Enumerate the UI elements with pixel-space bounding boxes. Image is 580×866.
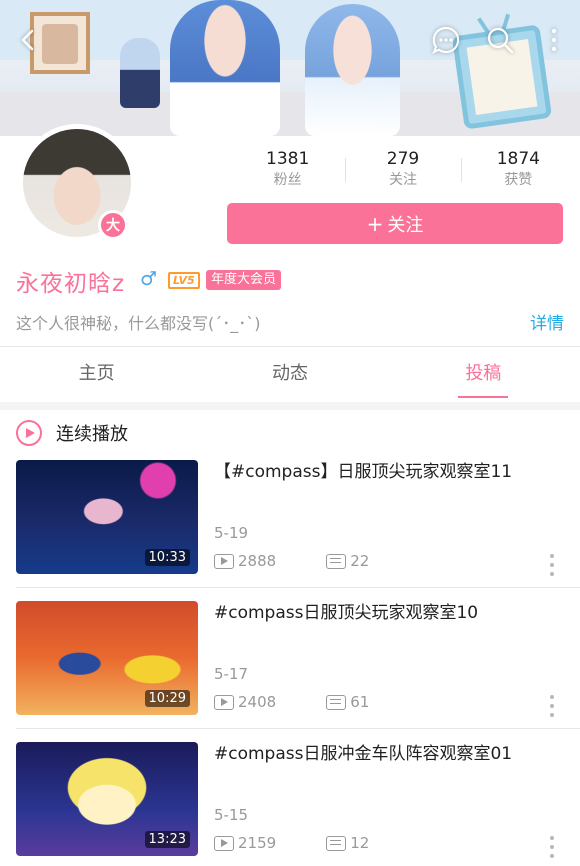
follow-button[interactable]: + 关注 bbox=[227, 203, 563, 244]
banner-character-right bbox=[305, 4, 400, 136]
tab-dynamic[interactable]: 动态 bbox=[193, 347, 386, 402]
video-danmaku: 12 bbox=[350, 834, 370, 852]
back-icon[interactable] bbox=[12, 24, 44, 56]
video-date: 5-19 bbox=[214, 524, 249, 542]
level-badge: LV5 bbox=[168, 272, 200, 289]
video-date: 5-15 bbox=[214, 806, 249, 824]
details-link[interactable]: 详情 bbox=[530, 309, 564, 334]
play-all-label: 连续播放 bbox=[56, 424, 128, 445]
video-views: 2888 bbox=[238, 552, 277, 570]
section-separator bbox=[0, 402, 580, 410]
video-meta: 2159 12 bbox=[214, 834, 369, 852]
video-title[interactable]: #compass日服顶尖玩家观察室10 bbox=[214, 601, 564, 625]
video-meta: 2408 61 bbox=[214, 693, 369, 711]
stat-fans[interactable]: 1381 粉丝 bbox=[230, 148, 345, 192]
video-duration: 10:33 bbox=[144, 549, 190, 566]
video-title[interactable]: #compass日服冲金车队阵容观察室01 bbox=[214, 742, 564, 766]
banner-character-left bbox=[170, 0, 280, 136]
stat-likes-value: 1874 bbox=[496, 149, 540, 169]
video-more-icon[interactable] bbox=[544, 695, 560, 717]
message-icon[interactable] bbox=[430, 24, 462, 56]
danmaku-icon bbox=[326, 553, 347, 569]
stat-likes-label: 获赞 bbox=[504, 172, 533, 188]
profile-stats: 1381 粉丝 279 关注 1874 获赞 bbox=[230, 148, 576, 192]
divider bbox=[16, 728, 580, 729]
video-item[interactable]: 10:29 #compass日服顶尖玩家观察室10 5-17 2408 61 bbox=[0, 601, 580, 742]
plus-icon: + bbox=[366, 211, 384, 236]
stat-following-label: 关注 bbox=[388, 172, 417, 188]
play-circle-icon bbox=[16, 420, 42, 446]
play-all-button[interactable]: 连续播放 bbox=[16, 418, 128, 448]
video-more-icon[interactable] bbox=[544, 836, 560, 858]
play-count-icon bbox=[214, 553, 234, 569]
video-title[interactable]: 【#compass】日服顶尖玩家观察室11 bbox=[214, 460, 564, 484]
vip-badge: 年度大会员 bbox=[206, 270, 282, 290]
stat-following[interactable]: 279 关注 bbox=[345, 148, 460, 192]
danmaku-icon bbox=[326, 835, 347, 851]
tab-uploads[interactable]: 投稿 bbox=[387, 347, 580, 402]
video-views: 2159 bbox=[238, 834, 277, 852]
divider bbox=[16, 587, 580, 588]
video-item[interactable]: 10:33 【#compass】日服顶尖玩家观察室11 5-19 2888 22 bbox=[0, 460, 580, 601]
video-thumbnail[interactable]: 10:33 bbox=[16, 460, 198, 574]
video-duration: 10:29 bbox=[144, 690, 190, 707]
stat-fans-value: 1381 bbox=[266, 149, 310, 169]
play-count-icon bbox=[214, 835, 234, 851]
tab-home[interactable]: 主页 bbox=[0, 347, 193, 402]
video-date: 5-17 bbox=[214, 665, 249, 683]
profile-banner bbox=[0, 0, 580, 136]
search-icon[interactable] bbox=[484, 24, 516, 56]
username: 永夜初晗z bbox=[16, 271, 126, 297]
banner-chibi-figure bbox=[120, 38, 160, 108]
video-thumbnail[interactable]: 13:23 bbox=[16, 742, 198, 856]
profile-tabs: 主页 动态 投稿 bbox=[0, 347, 580, 402]
video-thumbnail[interactable]: 10:29 bbox=[16, 601, 198, 715]
male-gender-icon: ♂ bbox=[140, 268, 158, 290]
video-more-icon[interactable] bbox=[544, 554, 560, 576]
stat-likes: 1874 获赞 bbox=[460, 148, 576, 192]
follow-label: 关注 bbox=[387, 214, 424, 236]
danmaku-icon bbox=[326, 694, 347, 710]
more-icon[interactable] bbox=[538, 24, 570, 56]
video-views: 2408 bbox=[238, 693, 277, 711]
bio-text: 这个人很神秘，什么都没写(´･_･`) bbox=[16, 314, 261, 333]
video-meta: 2888 22 bbox=[214, 552, 369, 570]
avatar-badge: 大 bbox=[98, 210, 128, 240]
video-danmaku: 22 bbox=[350, 552, 370, 570]
play-count-icon bbox=[214, 694, 234, 710]
stat-fans-label: 粉丝 bbox=[273, 172, 302, 188]
video-item[interactable]: 13:23 #compass日服冲金车队阵容观察室01 5-15 2159 12 bbox=[0, 742, 580, 866]
stat-following-value: 279 bbox=[386, 149, 420, 169]
video-duration: 13:23 bbox=[144, 831, 190, 848]
video-danmaku: 61 bbox=[350, 693, 370, 711]
